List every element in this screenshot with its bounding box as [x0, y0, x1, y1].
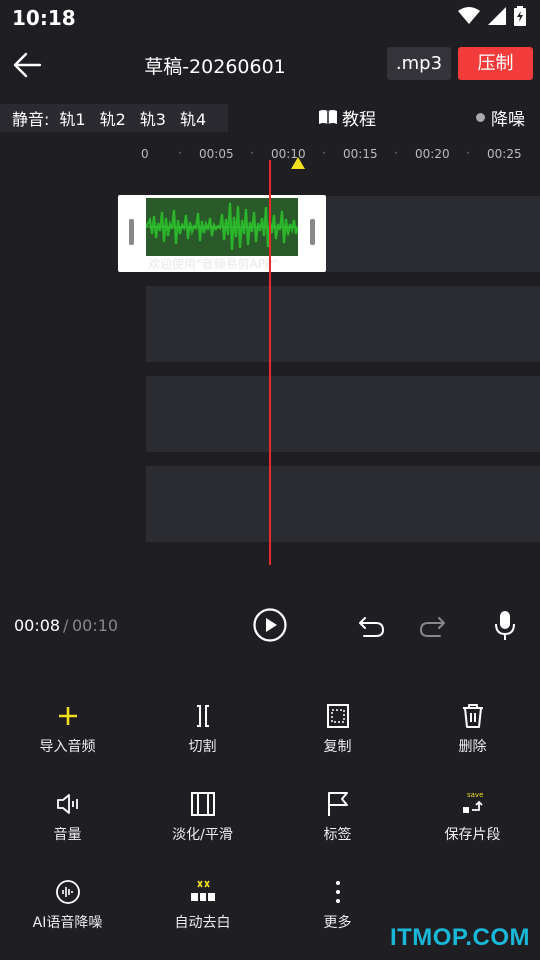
tool-label: 标签: [323, 827, 352, 843]
tool-label: 复制: [323, 739, 352, 755]
track-lane-4[interactable]: [146, 466, 540, 542]
waveform: [146, 198, 298, 256]
microphone-icon[interactable]: [492, 610, 518, 642]
cut-icon: [196, 705, 209, 727]
auto-trim-icon: [190, 880, 215, 901]
ruler-tick: 00:20: [415, 147, 450, 161]
ai-denoise-icon: [55, 880, 80, 904]
more-button[interactable]: 更多: [270, 878, 405, 948]
save-segment-icon: save: [462, 791, 483, 813]
tutorial-button[interactable]: 教程: [318, 104, 376, 130]
fade-button[interactable]: 淡化/平滑: [135, 790, 270, 860]
current-time: 00:08: [14, 616, 61, 635]
export-button[interactable]: 压制: [458, 47, 533, 80]
mute-label: 静音:: [12, 110, 50, 129]
time-separator: /: [63, 616, 69, 635]
ruler-tick: 00:25: [487, 147, 522, 161]
track-3-button[interactable]: 轨3: [140, 106, 166, 130]
battery-icon: [514, 6, 526, 26]
track-2-button[interactable]: 轨2: [100, 106, 126, 130]
denoise-toggle[interactable]: 降噪: [476, 104, 525, 130]
wifi-icon: [458, 7, 480, 24]
save-segment-button[interactable]: save 保存片段: [405, 790, 540, 860]
watermark-logo: ITMOP.COM: [389, 924, 530, 951]
ruler-tick: 00:05: [199, 147, 234, 161]
ruler-dot: ·: [322, 146, 326, 160]
page-title: 草稿-20260601: [144, 56, 286, 78]
trash-icon: [462, 704, 483, 728]
undo-icon[interactable]: [358, 613, 386, 639]
flag-icon: [327, 792, 348, 816]
tool-label: 切割: [188, 739, 217, 755]
volume-icon: [56, 794, 78, 814]
ruler-tick: 00:15: [343, 147, 378, 161]
track-lane-2[interactable]: [146, 286, 540, 362]
ruler-tick: 0: [141, 147, 149, 161]
denoise-label: 降噪: [491, 109, 525, 130]
ruler-dot: ·: [250, 146, 254, 160]
tool-label: 导入音频: [39, 739, 96, 755]
book-icon: [319, 110, 337, 124]
tool-label: 更多: [323, 915, 352, 931]
tool-label: 保存片段: [444, 827, 501, 843]
more-icon: [335, 881, 340, 903]
redo-icon[interactable]: [418, 613, 446, 639]
status-time: 10:18: [12, 6, 76, 30]
status-bar: 10:18: [0, 0, 540, 36]
import-audio-button[interactable]: 导入音频: [0, 702, 135, 772]
ai-denoise-button[interactable]: AI语音降噪: [0, 878, 135, 948]
denoise-radio-icon: [476, 112, 485, 122]
clip-right-handle[interactable]: [310, 219, 315, 245]
copy-icon: [326, 704, 349, 728]
track-4-button[interactable]: 轨4: [180, 106, 206, 130]
copy-button[interactable]: 复制: [270, 702, 405, 772]
tool-label: 淡化/平滑: [172, 827, 233, 843]
tag-button[interactable]: 标签: [270, 790, 405, 860]
total-time: 00:10: [72, 616, 119, 635]
play-icon[interactable]: [252, 607, 288, 643]
signal-icon: [488, 7, 506, 25]
status-icons: [458, 6, 526, 26]
ruler-dot: ·: [178, 146, 182, 160]
plus-icon: [58, 707, 77, 725]
volume-button[interactable]: 音量: [0, 790, 135, 860]
tool-label: 自动去白: [174, 915, 231, 931]
track-1-button[interactable]: 轨1: [59, 106, 85, 130]
fade-icon: [190, 792, 215, 816]
format-button[interactable]: .mp3: [387, 47, 451, 80]
clip-left-handle[interactable]: [129, 219, 134, 245]
delete-button[interactable]: 删除: [405, 702, 540, 772]
tutorial-label: 教程: [342, 109, 376, 130]
save-icon-text: save: [467, 791, 483, 799]
clip-caption: 欢迎使用"音频易剪APP": [148, 257, 278, 271]
ruler-dot: ·: [466, 146, 470, 160]
audio-clip[interactable]: 欢迎使用"音频易剪APP": [118, 195, 326, 272]
tool-label: 音量: [53, 827, 82, 843]
tool-label: AI语音降噪: [32, 915, 103, 931]
playhead-marker[interactable]: [291, 157, 305, 169]
playhead-line[interactable]: [269, 160, 271, 565]
auto-trim-button[interactable]: 自动去白: [135, 878, 270, 948]
ruler-dot: ·: [394, 146, 398, 160]
waveform-graphic: [146, 202, 298, 251]
cut-button[interactable]: 切割: [135, 702, 270, 772]
track-mute-bar: 静音: 轨1 轨2 轨3 轨4: [0, 104, 228, 132]
tool-label: 删除: [458, 739, 487, 755]
track-lane-3[interactable]: [146, 376, 540, 452]
